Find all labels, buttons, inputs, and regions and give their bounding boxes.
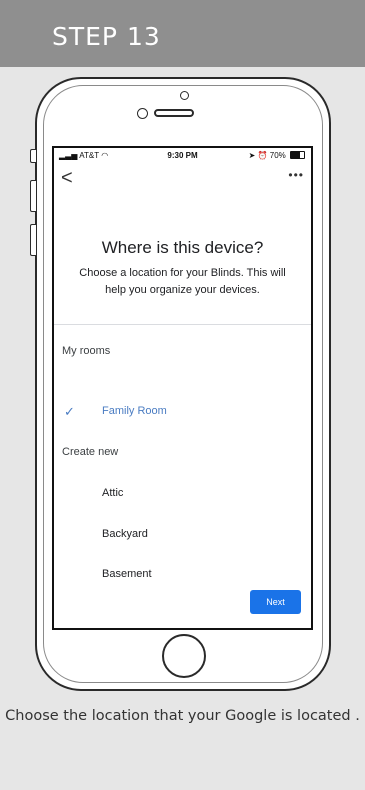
step-header: STEP 13 <box>0 0 365 67</box>
phone-screen: ▂▃▅ AT&T ◠ 9:30 PM ➤ ⏰ 70% < ••• Where i… <box>52 146 313 630</box>
step-caption: Choose the location that your Google is … <box>5 708 360 724</box>
front-camera-icon <box>180 91 189 100</box>
create-new-heading: Create new <box>62 446 119 458</box>
back-chevron-icon[interactable]: < <box>61 168 73 188</box>
mute-switch <box>30 149 36 163</box>
room-option-backyard[interactable]: Backyard <box>102 528 148 540</box>
status-bar: ▂▃▅ AT&T ◠ 9:30 PM ➤ ⏰ 70% <box>54 148 311 164</box>
alarm-icon: ⏰ <box>257 151 268 160</box>
more-options-icon[interactable]: ••• <box>288 168 304 182</box>
next-button[interactable]: Next <box>250 590 301 614</box>
room-option-family-room[interactable]: Family Room <box>102 405 167 417</box>
battery-icon <box>290 151 305 159</box>
page-subtitle: Choose a location for your Blinds. This … <box>79 267 286 296</box>
volume-down-button <box>30 224 36 256</box>
step-title: STEP 13 <box>52 22 161 51</box>
status-right: ➤ ⏰ 70% <box>249 151 305 160</box>
volume-up-button <box>30 180 36 212</box>
page-title: Where is this device? <box>101 238 264 257</box>
divider <box>54 324 311 325</box>
room-option-attic[interactable]: Attic <box>102 487 123 499</box>
my-rooms-heading: My rooms <box>62 345 111 357</box>
room-option-basement[interactable]: Basement <box>102 568 152 580</box>
battery-percent: 70% <box>269 151 286 160</box>
earpiece-speaker <box>154 109 194 117</box>
checkmark-icon: ✓ <box>64 404 75 419</box>
home-button <box>162 634 206 678</box>
location-icon: ➤ <box>248 151 256 160</box>
sensor-icon <box>137 108 148 119</box>
